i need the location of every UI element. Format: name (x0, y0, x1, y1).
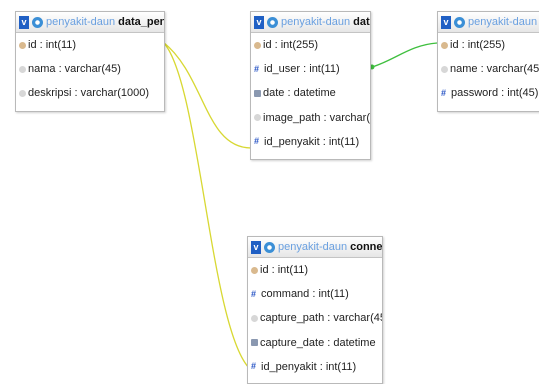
column-text: command : int(11) (261, 288, 349, 301)
column-text: id_penyakit : int(11) (261, 360, 357, 373)
column-row[interactable]: id : int(255) (251, 33, 370, 57)
column-row[interactable]: deskripsi : varchar(1000) (16, 81, 164, 105)
numeric-column-icon: # (251, 288, 257, 299)
database-name: penyakit-daun (278, 241, 348, 253)
primary-key-icon (19, 41, 26, 49)
column-row[interactable]: image_path : varchar(45) (251, 106, 370, 130)
column-text: image_path : varchar(45) (263, 111, 370, 124)
database-gear-icon (454, 16, 465, 28)
string-column-icon (251, 314, 258, 322)
column-text: id : int(11) (260, 264, 309, 277)
string-column-icon (441, 65, 448, 73)
table-header[interactable]: v penyakit-daun data_penyakit (16, 12, 164, 33)
primary-key-icon (441, 41, 448, 49)
column-text: deskripsi : varchar(1000) (28, 87, 150, 100)
string-column-icon (19, 65, 26, 73)
column-row[interactable]: id : int(11) (16, 33, 164, 57)
numeric-column-icon: # (254, 136, 260, 147)
column-text: nama : varchar(45) (28, 63, 121, 76)
table-toggle-icon[interactable]: v (254, 15, 264, 29)
string-column-icon (19, 89, 26, 97)
database-name: penyakit-daun (281, 16, 351, 28)
database-name: penyakit-daun (46, 16, 116, 28)
column-row[interactable]: id : int(255) (438, 33, 539, 57)
column-text: id_penyakit : int(11) (264, 135, 360, 148)
column-row[interactable]: date : datetime (251, 81, 370, 105)
column-row[interactable]: # id_user : int(11) (251, 57, 370, 81)
table-header[interactable]: v penyakit-daun data_log (251, 12, 370, 33)
numeric-column-icon: # (251, 361, 257, 372)
database-gear-icon (32, 16, 43, 28)
table-name: connectivity (350, 241, 382, 253)
datetime-column-icon (251, 339, 258, 347)
table-toggle-icon[interactable]: v (441, 15, 451, 29)
table-toggle-icon[interactable]: v (251, 240, 261, 254)
database-name: penyakit-daun (468, 16, 538, 28)
column-row[interactable]: # password : int(45) (438, 81, 539, 105)
table-data-penyakit[interactable]: v penyakit-daun data_penyakit id : int(1… (15, 11, 165, 112)
column-text: password : int(45) (451, 87, 539, 100)
column-row[interactable]: # id_penyakit : int(11) (248, 355, 382, 379)
datetime-column-icon (254, 89, 261, 97)
table-user[interactable]: v penyakit-daun user id : int(255) name … (437, 11, 539, 112)
table-header[interactable]: v penyakit-daun connectivity (248, 237, 382, 258)
relation-data-penyakit-to-connectivity (162, 41, 251, 370)
relation-data-log-to-user (371, 42, 438, 68)
column-row[interactable]: # command : int(11) (248, 282, 382, 306)
column-row[interactable]: # id_penyakit : int(11) (251, 130, 370, 154)
column-text: id_user : int(11) (264, 63, 340, 76)
numeric-column-icon: # (441, 87, 447, 98)
column-row[interactable]: capture_path : varchar(45) (248, 306, 382, 330)
column-row[interactable]: id : int(11) (248, 258, 382, 282)
column-row[interactable]: capture_date : datetime (248, 331, 382, 355)
table-toggle-icon[interactable]: v (19, 15, 29, 29)
column-text: date : datetime (263, 87, 336, 100)
table-name: data_penyakit (118, 16, 164, 28)
column-text: id : int(255) (450, 39, 506, 52)
table-data-log[interactable]: v penyakit-daun data_log id : int(255) #… (250, 11, 371, 160)
column-text: capture_date : datetime (260, 336, 376, 349)
column-text: id : int(255) (263, 39, 319, 52)
column-text: id : int(11) (28, 39, 77, 52)
numeric-column-icon: # (254, 63, 260, 74)
column-row[interactable]: name : varchar(45) (438, 57, 539, 81)
column-row[interactable]: nama : varchar(45) (16, 57, 164, 81)
relation-data-penyakit-to-data-log (162, 41, 252, 149)
string-column-icon (254, 114, 261, 122)
primary-key-icon (254, 41, 261, 49)
table-connectivity[interactable]: v penyakit-daun connectivity id : int(11… (247, 236, 383, 384)
column-text: capture_path : varchar(45) (260, 312, 382, 325)
column-text: name : varchar(45) (450, 63, 539, 76)
database-gear-icon (264, 241, 275, 253)
primary-key-icon (251, 266, 258, 274)
table-name: data_log (353, 16, 370, 28)
table-header[interactable]: v penyakit-daun user (438, 12, 539, 33)
database-gear-icon (267, 16, 278, 28)
